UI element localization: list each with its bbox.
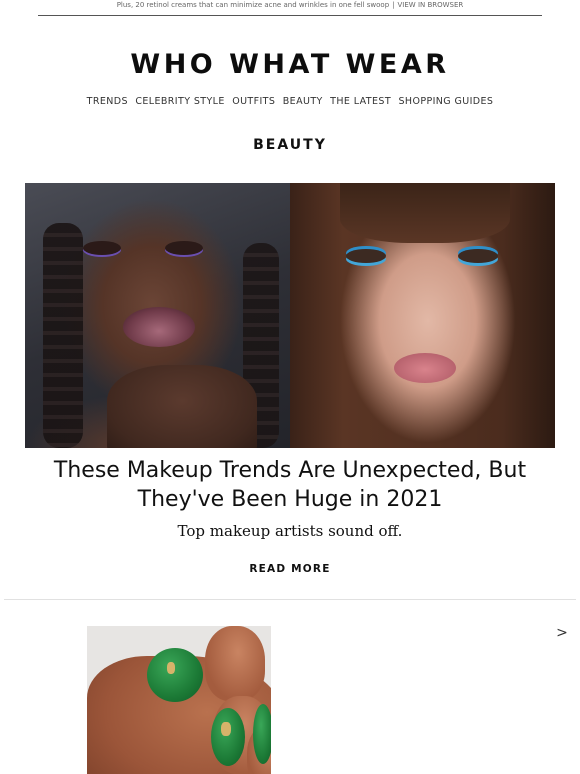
section-divider: [4, 599, 576, 600]
hero-photo-left: [25, 183, 290, 448]
eye-left: [83, 241, 121, 255]
preheader-separator: |: [392, 1, 395, 9]
next-arrow-icon[interactable]: >: [555, 624, 569, 642]
green-nail: [253, 704, 271, 764]
hair-braid-left: [43, 223, 83, 448]
hair-bangs: [340, 183, 510, 243]
main-nav: TRENDS CELEBRITY STYLE OUTFITS BEAUTY TH…: [0, 96, 580, 108]
read-more-link[interactable]: READ MORE: [249, 563, 330, 575]
site-logo[interactable]: WHO WHAT WEAR: [0, 48, 580, 82]
manicure-card-image[interactable]: [87, 626, 271, 774]
eye-right: [165, 241, 203, 255]
nav-item-beauty[interactable]: BEAUTY: [283, 96, 323, 107]
nav-item-the-latest[interactable]: THE LATEST: [330, 96, 391, 107]
green-nail: [211, 708, 245, 766]
feature-dek: Top makeup artists sound off.: [177, 522, 403, 540]
lips: [394, 353, 456, 383]
gold-foil: [167, 662, 175, 674]
nav-item-outfits[interactable]: OUTFITS: [232, 96, 275, 107]
eye-left: [346, 249, 386, 263]
view-in-browser-link[interactable]: VIEW IN BROWSER: [398, 1, 464, 9]
feature-headline[interactable]: These Makeup Trends Are Unexpected, But …: [40, 456, 540, 514]
preheader: Plus, 20 retinol creams that can minimiz…: [0, 0, 580, 12]
lips: [123, 307, 195, 347]
nav-item-celebrity-style[interactable]: CELEBRITY STYLE: [135, 96, 224, 107]
nav-item-shopping-guides[interactable]: SHOPPING GUIDES: [398, 96, 493, 107]
header-divider: [38, 15, 542, 16]
finger: [205, 626, 265, 701]
nav-item-trends[interactable]: TRENDS: [87, 96, 128, 107]
section-title: BEAUTY: [253, 137, 327, 153]
green-nail: [147, 648, 203, 702]
feature-hero-image[interactable]: [25, 183, 555, 448]
eye-right: [458, 249, 498, 263]
hand: [107, 365, 257, 448]
gold-foil: [221, 722, 231, 736]
read-more-container: READ MORE: [0, 562, 580, 576]
hero-photo-right: [290, 183, 555, 448]
preheader-text: Plus, 20 retinol creams that can minimiz…: [116, 1, 390, 9]
